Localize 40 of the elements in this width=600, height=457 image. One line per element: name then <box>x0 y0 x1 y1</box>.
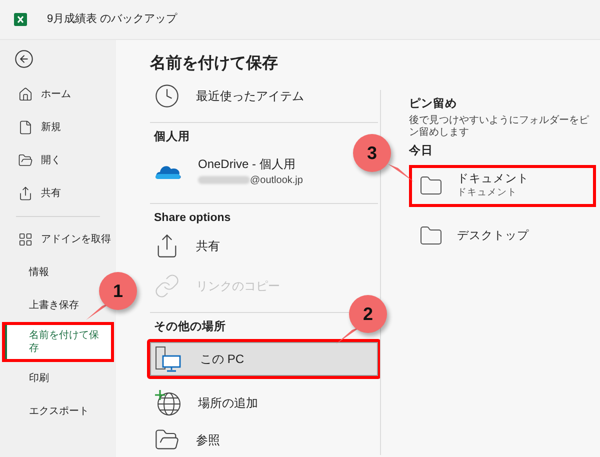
section-header: 個人用 <box>152 130 190 145</box>
file-icon <box>18 120 33 135</box>
sidebar-item[interactable]: 印刷 <box>0 362 53 395</box>
share-icon <box>18 186 33 201</box>
back-button[interactable] <box>13 48 35 70</box>
location-item[interactable]: 参照 <box>150 423 224 457</box>
sidebar-item[interactable]: エクスポート <box>0 395 93 428</box>
location-item[interactable]: OneDrive - 個人用 @outlook.jp <box>150 145 307 197</box>
section-header: その他の場所 <box>153 319 226 335</box>
sidebar-item[interactable]: 開く <box>0 144 65 177</box>
location-item[interactable]: 場所の追加 <box>150 383 262 423</box>
folder-icon <box>18 153 33 168</box>
folder-item[interactable]: ドキュメント ドキュメント <box>409 164 596 206</box>
callout-tail-icon <box>388 164 414 182</box>
group-label: 今日 <box>409 144 434 160</box>
redaction-block <box>198 176 250 184</box>
spreadsheet-app-icon <box>14 13 27 26</box>
globe-plus-icon <box>154 389 182 417</box>
folder-item[interactable]: デスクトップ <box>409 214 596 256</box>
clock-icon <box>154 83 180 109</box>
page-heading: 名前を付けて保存 <box>150 54 279 74</box>
sidebar-item[interactable]: ホーム <box>0 78 75 111</box>
sidebar-item[interactable]: 共有 <box>0 177 65 210</box>
window-title: 9月成績表 のバックアップ <box>47 12 178 28</box>
sidebar-item[interactable]: 新規 <box>0 111 65 144</box>
link-icon <box>154 273 180 299</box>
sidebar-item[interactable]: 名前を付けて保存 <box>2 322 114 362</box>
section-header: Share options <box>153 211 231 226</box>
section-header: ピン留め <box>409 96 458 112</box>
home-icon <box>18 87 33 102</box>
location-item[interactable]: 共有 <box>150 226 224 266</box>
sidebar-item[interactable]: 上書き保存 <box>0 289 83 322</box>
sidebar-item[interactable]: 情報 <box>0 256 53 289</box>
description-text: 後で見つけやすいようにフォルダーをピン留めします <box>409 115 590 140</box>
folder-icon <box>419 224 443 248</box>
folder-icon <box>419 174 443 198</box>
sidebar-item[interactable]: アドインを取得 <box>0 223 115 256</box>
location-item[interactable]: この PC <box>147 339 381 379</box>
recent-items-button[interactable]: 最近使ったアイテム <box>150 76 308 116</box>
grid-icon <box>18 232 33 247</box>
